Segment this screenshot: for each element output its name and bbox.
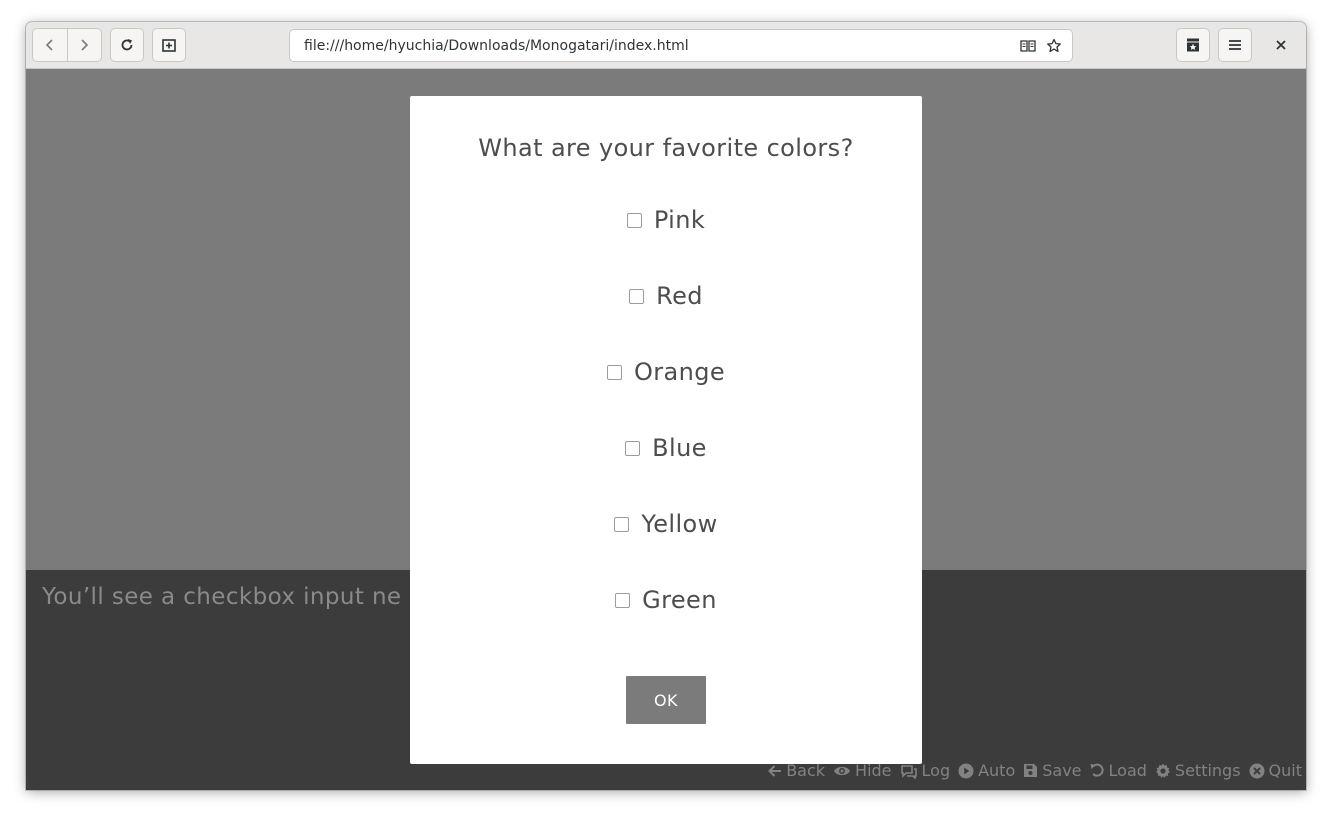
play-circle-icon — [958, 763, 974, 778]
option-label: Blue — [652, 434, 707, 462]
checkbox-yellow[interactable] — [614, 516, 630, 532]
main-menu-button[interactable] — [1218, 28, 1252, 62]
bookmarks-button[interactable] — [1176, 28, 1210, 62]
option-label: Green — [642, 586, 717, 614]
dialog-title: What are your favorite colors? — [478, 134, 854, 162]
new-tab-icon — [162, 39, 176, 52]
quick-menu-auto[interactable]: Auto — [958, 761, 1015, 780]
navigation-button-group — [32, 28, 102, 62]
back-button[interactable] — [33, 29, 67, 61]
game-stage: You’ll see a checkbox input ne Back Hide… — [26, 70, 1306, 790]
chevron-left-icon — [45, 39, 53, 51]
quick-menu-settings[interactable]: Settings — [1155, 761, 1241, 780]
option-green[interactable]: Green — [410, 586, 922, 614]
checkbox-green[interactable] — [615, 592, 631, 608]
option-label: Yellow — [641, 510, 718, 538]
dialog-text: You’ll see a checkbox input ne — [42, 584, 402, 610]
quick-menu-auto-label: Auto — [978, 761, 1016, 780]
quick-menu-quit[interactable]: Quit — [1249, 761, 1302, 780]
choice-dialog: What are your favorite colors? Pink Red … — [410, 96, 922, 764]
address-bar-url[interactable]: file:///home/hyuchia/Downloads/Monogatar… — [304, 38, 1016, 54]
gear-icon — [1155, 763, 1170, 778]
checkbox-red[interactable] — [629, 288, 645, 304]
quick-menu-save[interactable]: Save — [1023, 761, 1082, 780]
reload-icon — [121, 39, 133, 51]
checkbox-blue[interactable] — [625, 440, 641, 456]
new-tab-button[interactable] — [152, 28, 186, 62]
option-label: Red — [656, 282, 703, 310]
save-icon — [1024, 764, 1038, 777]
quick-menu-save-label: Save — [1042, 761, 1082, 780]
hamburger-menu-icon — [1229, 40, 1241, 50]
quick-menu-load[interactable]: Load — [1090, 761, 1147, 780]
quick-menu-load-label: Load — [1108, 761, 1147, 780]
reader-mode-icon[interactable] — [1016, 34, 1040, 58]
eye-icon — [834, 766, 851, 775]
quick-menu-settings-label: Settings — [1174, 761, 1241, 780]
reload-button[interactable] — [110, 28, 144, 62]
times-circle-icon — [1249, 763, 1265, 778]
quick-menu-log-label: Log — [921, 761, 951, 780]
bookmark-star-icon[interactable] — [1042, 34, 1066, 58]
quick-menu-quit-label: Quit — [1268, 761, 1302, 780]
close-window-button[interactable] — [1264, 28, 1298, 62]
undo-icon — [1090, 763, 1104, 777]
browser-header-bar: file:///home/hyuchia/Downloads/Monogatar… — [26, 22, 1306, 69]
chevron-right-icon — [81, 39, 89, 51]
checkbox-orange[interactable] — [606, 364, 622, 380]
checkbox-pink[interactable] — [626, 212, 642, 228]
ok-button[interactable]: OK — [626, 676, 706, 724]
close-icon — [1276, 40, 1286, 50]
option-orange[interactable]: Orange — [410, 358, 922, 386]
option-label: Pink — [653, 206, 706, 234]
option-label: Orange — [633, 358, 726, 386]
forward-button[interactable] — [66, 29, 101, 61]
address-bar[interactable]: file:///home/hyuchia/Downloads/Monogatar… — [289, 29, 1073, 62]
option-yellow[interactable]: Yellow — [410, 510, 922, 538]
comments-icon — [900, 764, 917, 779]
option-pink[interactable]: Pink — [410, 206, 922, 234]
option-red[interactable]: Red — [410, 282, 922, 310]
arrow-left-icon — [768, 764, 782, 777]
option-blue[interactable]: Blue — [410, 434, 922, 462]
browser-window: file:///home/hyuchia/Downloads/Monogatar… — [26, 22, 1306, 790]
bookmarks-icon — [1187, 38, 1199, 52]
